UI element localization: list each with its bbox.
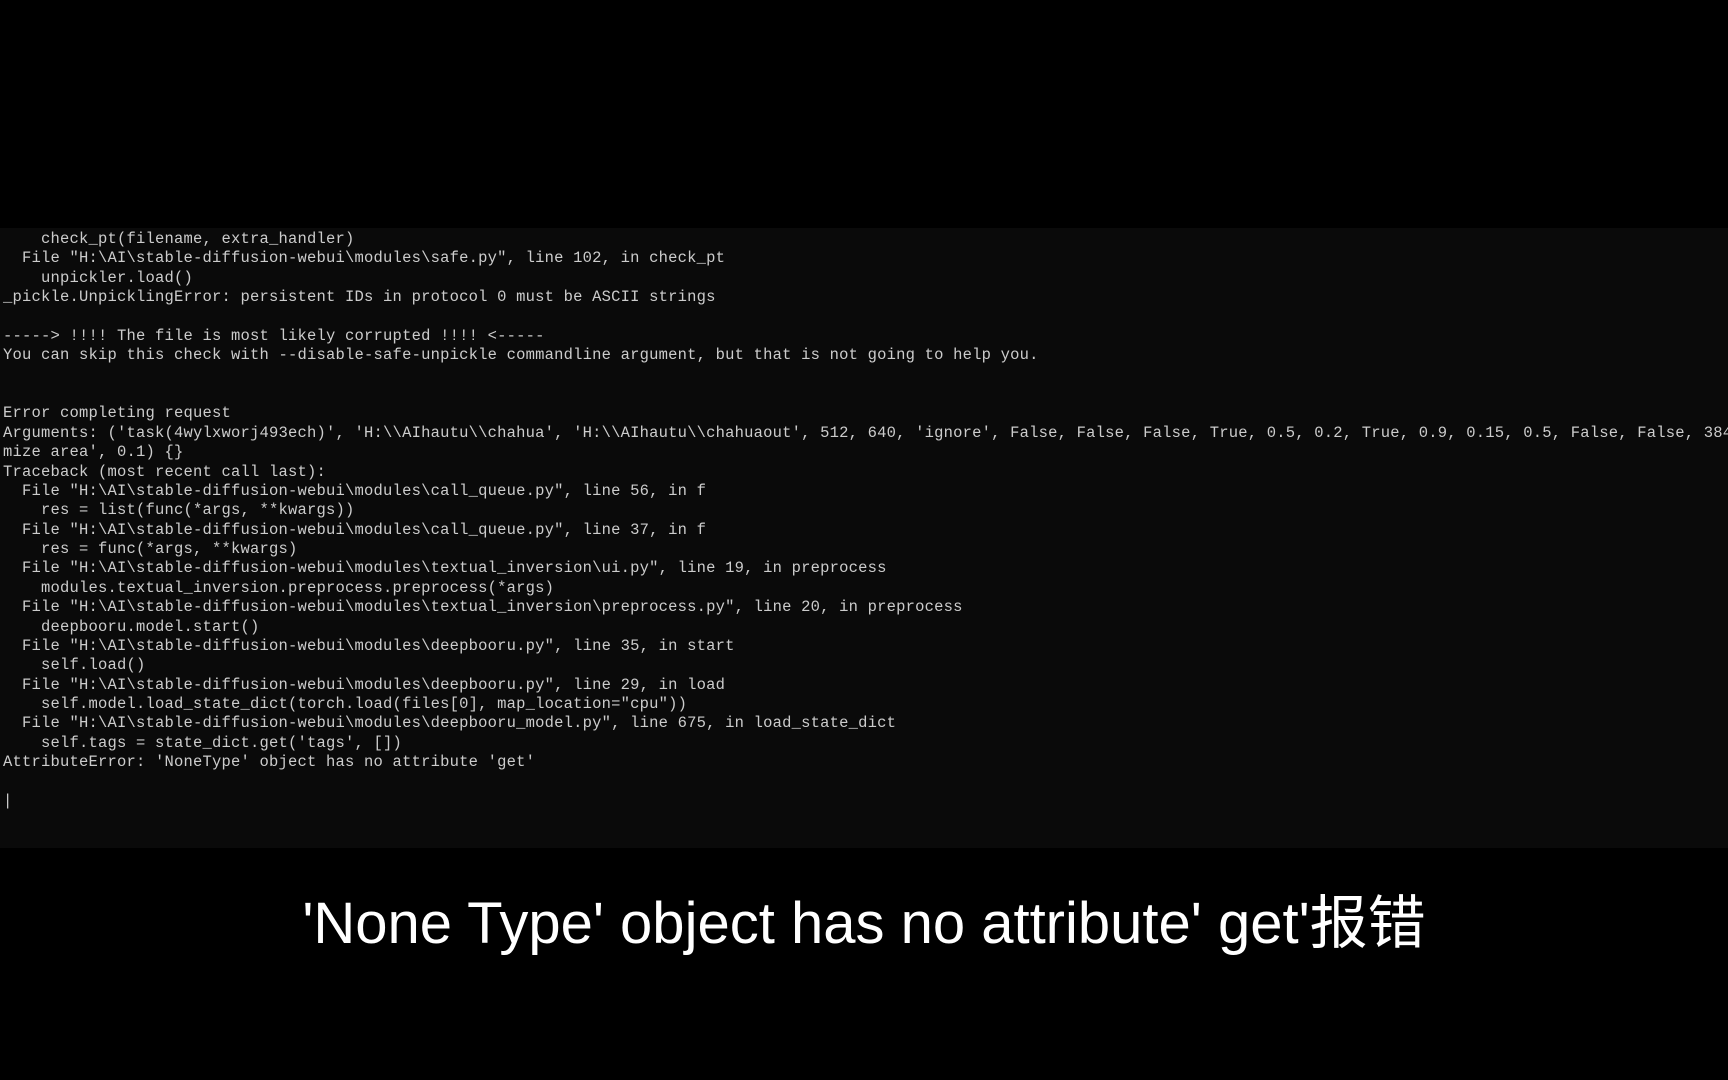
terminal-line: mize area', 0.1) {} xyxy=(3,443,184,461)
terminal-line: self.model.load_state_dict(torch.load(fi… xyxy=(3,695,687,713)
terminal-line: File "H:\AI\stable-diffusion-webui\modul… xyxy=(3,598,963,616)
terminal-line: File "H:\AI\stable-diffusion-webui\modul… xyxy=(3,637,735,655)
terminal-line: -----> !!!! The file is most likely corr… xyxy=(3,327,545,345)
terminal-line: self.load() xyxy=(3,656,146,674)
terminal-line: You can skip this check with --disable-s… xyxy=(3,346,1039,364)
terminal-line: Traceback (most recent call last): xyxy=(3,463,326,481)
terminal-line: self.tags = state_dict.get('tags', []) xyxy=(3,734,402,752)
terminal-window[interactable]: check_pt(filename, extra_handler) File "… xyxy=(0,228,1728,848)
terminal-line: File "H:\AI\stable-diffusion-webui\modul… xyxy=(3,521,706,539)
terminal-line: AttributeError: 'NoneType' object has no… xyxy=(3,753,535,771)
terminal-line: File "H:\AI\stable-diffusion-webui\modul… xyxy=(3,714,896,732)
terminal-line: Arguments: ('task(4wylxworj493ech)', 'H:… xyxy=(3,424,1728,442)
terminal-line: Error completing request xyxy=(3,404,231,422)
terminal-output: check_pt(filename, extra_handler) File "… xyxy=(0,228,1728,811)
terminal-line: File "H:\AI\stable-diffusion-webui\modul… xyxy=(3,482,706,500)
terminal-line: File "H:\AI\stable-diffusion-webui\modul… xyxy=(3,676,725,694)
caption-overlay: 'None Type' object has no attribute' get… xyxy=(0,848,1728,1080)
terminal-line: res = func(*args, **kwargs) xyxy=(3,540,298,558)
terminal-line: modules.textual_inversion.preprocess.pre… xyxy=(3,579,554,597)
caption-text: 'None Type' object has no attribute' get… xyxy=(302,888,1425,961)
terminal-line: File "H:\AI\stable-diffusion-webui\modul… xyxy=(3,559,887,577)
terminal-cursor: | xyxy=(3,792,13,811)
terminal-line: unpickler.load() xyxy=(3,269,193,287)
terminal-line: File "H:\AI\stable-diffusion-webui\modul… xyxy=(3,249,725,267)
terminal-line: res = list(func(*args, **kwargs)) xyxy=(3,501,355,519)
terminal-line: deepbooru.model.start() xyxy=(3,618,260,636)
terminal-line: _pickle.UnpicklingError: persistent IDs … xyxy=(3,288,716,306)
terminal-line: check_pt(filename, extra_handler) xyxy=(3,230,355,248)
